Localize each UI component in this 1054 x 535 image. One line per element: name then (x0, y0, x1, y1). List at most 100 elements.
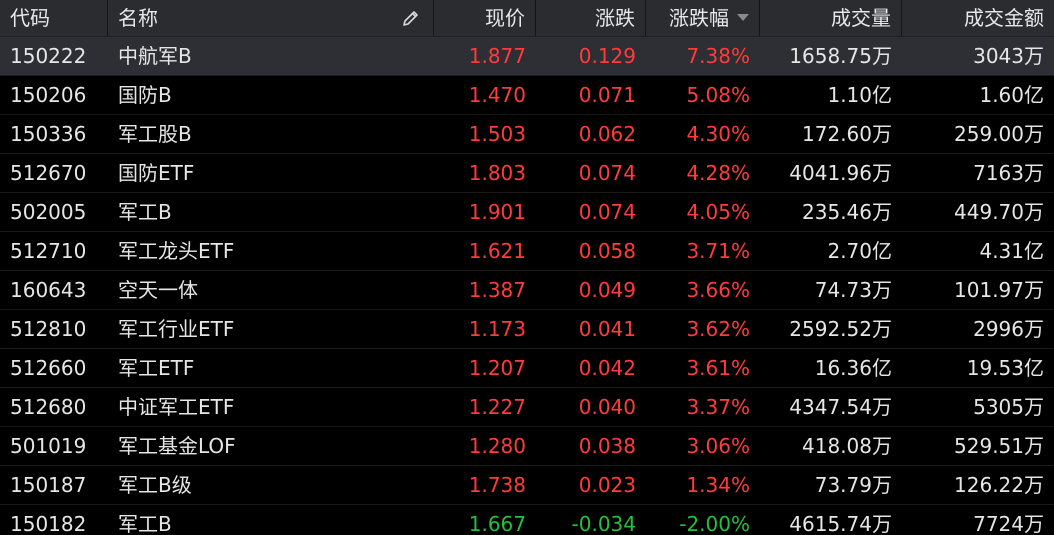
cell-code: 512710 (10, 239, 87, 263)
cell-code: 502005 (10, 200, 87, 224)
table-row[interactable]: 512670 国防ETF 1.803 0.074 4.28% 4041.96万 7163万 (0, 154, 1054, 193)
cell-name: 中航军B (118, 44, 192, 68)
cell-price: 1.877 (468, 44, 526, 68)
table-row[interactable]: 512810 军工行业ETF 1.173 0.041 3.62% 2592.52万 2996… (0, 310, 1054, 349)
cell-amount: 449.70万 (954, 200, 1044, 224)
cell-pct: 3.37% (686, 395, 750, 419)
table-row[interactable]: 502005 军工B 1.901 0.074 4.05% 235.46万 449.70万 (0, 193, 1054, 232)
cell-code: 150187 (10, 473, 87, 497)
cell-volume: 2592.52万 (789, 317, 892, 341)
cell-name: 军工B (118, 512, 172, 535)
cell-pct: 4.30% (686, 122, 750, 146)
cell-code: 150182 (10, 512, 87, 535)
table-row[interactable]: 512680 中证军工ETF 1.227 0.040 3.37% 4347.54万 5305… (0, 388, 1054, 427)
cell-name: 军工股B (118, 122, 192, 146)
cell-volume: 172.60万 (802, 122, 892, 146)
cell-price: 1.667 (468, 512, 526, 535)
cell-volume: 16.36亿 (814, 356, 892, 380)
cell-price: 1.207 (468, 356, 526, 380)
cell-change: 0.040 (578, 395, 636, 419)
cell-pct: 3.06% (686, 434, 750, 458)
cell-code: 512810 (10, 317, 87, 341)
cell-volume: 1.10亿 (827, 83, 892, 107)
cell-price: 1.621 (468, 239, 526, 263)
cell-price: 1.901 (468, 200, 526, 224)
table-row[interactable]: 150206 国防B 1.470 0.071 5.08% 1.10亿 1.60亿 (0, 76, 1054, 115)
column-header-pct-label: 涨跌幅 (669, 6, 729, 30)
cell-amount: 19.53亿 (966, 356, 1044, 380)
cell-amount: 7724万 (973, 512, 1044, 535)
column-header-volume[interactable]: 成交量 (760, 0, 902, 36)
cell-code: 512670 (10, 161, 87, 185)
cell-name: 军工ETF (118, 356, 195, 380)
cell-amount: 3043万 (973, 44, 1044, 68)
cell-change: 0.041 (578, 317, 636, 341)
column-header-change[interactable]: 涨跌 (536, 0, 646, 36)
cell-volume: 235.46万 (802, 200, 892, 224)
cell-amount: 7163万 (973, 161, 1044, 185)
sort-desc-icon[interactable] (737, 14, 749, 21)
cell-amount: 1.60亿 (979, 83, 1044, 107)
cell-code: 501019 (10, 434, 87, 458)
cell-change: 0.023 (578, 473, 636, 497)
table-row[interactable]: 150222 中航军B 1.877 0.129 7.38% 1658.75万 3043万 (0, 37, 1054, 76)
cell-pct: 3.66% (686, 278, 750, 302)
table-row[interactable]: 150182 军工B 1.667 -0.034 -2.00% 4615.74万 7724万 (0, 505, 1054, 535)
cell-pct: 4.28% (686, 161, 750, 185)
cell-name: 军工行业ETF (118, 317, 235, 341)
cell-volume: 74.73万 (814, 278, 892, 302)
cell-price: 1.173 (468, 317, 526, 341)
table-header: 代码 名称 现价 涨跌 涨跌幅 成交量 成交金额 (0, 0, 1054, 37)
cell-pct: 3.61% (686, 356, 750, 380)
column-header-name-label: 名称 (118, 6, 158, 30)
cell-price: 1.387 (468, 278, 526, 302)
cell-code: 150206 (10, 83, 87, 107)
column-header-amount[interactable]: 成交金额 (902, 0, 1054, 36)
table-body: 150222 中航军B 1.877 0.129 7.38% 1658.75万 3043万 15… (0, 37, 1054, 535)
cell-change: 0.038 (578, 434, 636, 458)
column-header-name[interactable]: 名称 (108, 0, 434, 36)
table-row[interactable]: 501019 军工基金LOF 1.280 0.038 3.06% 418.08万 529.5… (0, 427, 1054, 466)
cell-amount: 259.00万 (954, 122, 1044, 146)
cell-name: 军工龙头ETF (118, 239, 235, 263)
cell-change: 0.062 (578, 122, 636, 146)
column-header-price[interactable]: 现价 (434, 0, 536, 36)
cell-pct: 3.71% (686, 239, 750, 263)
cell-name: 空天一体 (118, 278, 198, 302)
cell-pct: 1.34% (686, 473, 750, 497)
cell-change: 0.042 (578, 356, 636, 380)
cell-change: 0.074 (578, 200, 636, 224)
cell-amount: 126.22万 (954, 473, 1044, 497)
cell-volume: 73.79万 (814, 473, 892, 497)
quote-table: 代码 名称 现价 涨跌 涨跌幅 成交量 成交金额 150222 中航军B 1.877… (0, 0, 1054, 535)
column-header-code[interactable]: 代码 (0, 0, 108, 36)
cell-price: 1.738 (468, 473, 526, 497)
table-row[interactable]: 160643 空天一体 1.387 0.049 3.66% 74.73万 101.97万 (0, 271, 1054, 310)
cell-volume: 4615.74万 (789, 512, 892, 535)
column-header-pct[interactable]: 涨跌幅 (646, 0, 760, 36)
table-row[interactable]: 150187 军工B级 1.738 0.023 1.34% 73.79万 126.22万 (0, 466, 1054, 505)
cell-volume: 2.70亿 (827, 239, 892, 263)
cell-name: 中证军工ETF (118, 395, 235, 419)
table-row[interactable]: 150336 军工股B 1.503 0.062 4.30% 172.60万 259.00万 (0, 115, 1054, 154)
cell-change: 0.129 (578, 44, 636, 68)
cell-change: 0.058 (578, 239, 636, 263)
cell-code: 512680 (10, 395, 87, 419)
cell-name: 国防ETF (118, 161, 195, 185)
cell-pct: 5.08% (686, 83, 750, 107)
cell-price: 1.470 (468, 83, 526, 107)
cell-pct: -2.00% (679, 512, 750, 535)
table-row[interactable]: 512660 军工ETF 1.207 0.042 3.61% 16.36亿 19.53亿 (0, 349, 1054, 388)
cell-code: 160643 (10, 278, 87, 302)
cell-code: 150336 (10, 122, 87, 146)
cell-price: 1.803 (468, 161, 526, 185)
cell-name: 军工B级 (118, 473, 192, 497)
table-row[interactable]: 512710 军工龙头ETF 1.621 0.058 3.71% 2.70亿 4.31亿 (0, 232, 1054, 271)
cell-name: 军工基金LOF (118, 434, 236, 458)
cell-volume: 4041.96万 (789, 161, 892, 185)
cell-amount: 101.97万 (954, 278, 1044, 302)
pencil-icon[interactable] (401, 8, 421, 28)
cell-pct: 7.38% (686, 44, 750, 68)
cell-volume: 1658.75万 (789, 44, 892, 68)
cell-amount: 4.31亿 (979, 239, 1044, 263)
